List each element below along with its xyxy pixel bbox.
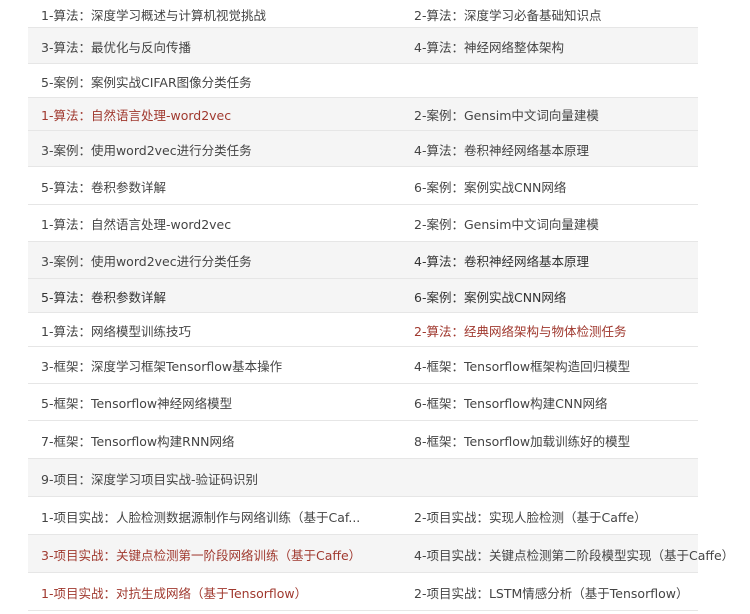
course-row: 1-算法：自然语言处理-word2vec 2-案例：Gensim中文词向量建模 xyxy=(0,205,750,242)
lesson-title-right: 4-项目实战：关键点检测第二阶段模型实现（基于Caffe） xyxy=(414,547,735,563)
lesson-title-right: 2-算法：深度学习必备基础知识点 xyxy=(414,7,602,23)
course-row: 3-算法：最优化与反向传播 4-算法：神经网络整体架构 xyxy=(0,28,750,64)
course-list: 1-算法：深度学习概述与计算机视觉挑战 2-算法：深度学习必备基础知识点 3-算法：… xyxy=(0,0,750,614)
course-row: 5-案例：案例实战CIFAR图像分类任务 xyxy=(0,64,750,98)
lesson-title-left: 1-算法：深度学习概述与计算机视觉挑战 xyxy=(41,7,266,23)
lesson-title-right: 2-算法：经典网络架构与物体检测任务 xyxy=(414,323,627,339)
lesson-title-left: 3-项目实战：关键点检测第一阶段网络训练（基于Caffe） xyxy=(41,547,362,563)
lesson-title-right: 2-案例：Gensim中文词向量建模 xyxy=(414,108,599,123)
lesson-title-left: 1-算法：自然语言处理-word2vec xyxy=(41,108,232,123)
lesson-title-right: 2-案例：Gensim中文词向量建模 xyxy=(414,217,599,232)
course-row: 3-项目实战：关键点检测第一阶段网络训练（基于Caffe） 4-项目实战：关键点检… xyxy=(0,535,750,573)
lesson-title-left: 5-算法：卷积参数详解 xyxy=(41,179,166,195)
lesson-title-right: 4-算法：卷积神经网络基本原理 xyxy=(414,254,589,269)
lesson-title-right: 6-框架：Tensorflow构建CNN网络 xyxy=(414,396,608,411)
lesson-title-left: 7-框架：Tensorflow构建RNN网络 xyxy=(41,433,235,449)
course-row: 1-项目实战：人脸检测数据源制作与网络训练（基于Caf... 2-项目实战：实现人… xyxy=(0,497,750,535)
course-row: 1-算法：网络模型训练技巧 2-算法：经典网络架构与物体检测任务 xyxy=(0,313,750,347)
lesson-title-right xyxy=(414,64,750,98)
lesson-title-right: 6-案例：案例实战CNN网络 xyxy=(414,289,567,305)
course-row: 7-框架：Tensorflow构建RNN网络 8-框架：Tensorflow加载训… xyxy=(0,421,750,459)
lesson-title-left: 3-算法：最优化与反向传播 xyxy=(41,39,191,55)
lesson-title-left: 1-项目实战：人脸检测数据源制作与网络训练（基于Caf... xyxy=(41,509,361,525)
course-row: 1-算法：深度学习概述与计算机视觉挑战 2-算法：深度学习必备基础知识点 xyxy=(0,0,750,28)
lesson-title-left: 9-项目：深度学习项目实战-验证码识别 xyxy=(41,471,258,487)
lesson-title-left: 5-算法：卷积参数详解 xyxy=(41,289,166,305)
course-row: 5-算法：卷积参数详解 6-案例：案例实战CNN网络 xyxy=(0,279,750,313)
lesson-title-right: 8-框架：Tensorflow加载训练好的模型 xyxy=(414,433,631,449)
course-row: 5-算法：卷积参数详解 6-案例：案例实战CNN网络 xyxy=(0,167,750,205)
lesson-title-left: 1-算法：网络模型训练技巧 xyxy=(41,323,191,339)
lesson-title-left: 1-项目实战：对抗生成网络（基于Tensorflow） xyxy=(41,585,308,601)
lesson-title-right: 4-算法：神经网络整体架构 xyxy=(414,39,564,55)
lesson-title-left: 1-算法：自然语言处理-word2vec xyxy=(41,217,232,232)
lesson-title-left: 5-案例：案例实战CIFAR图像分类任务 xyxy=(41,74,252,90)
lesson-title-left: 5-框架：Tensorflow神经网络模型 xyxy=(41,396,233,411)
course-row: 3-案例：使用word2vec进行分类任务 4-算法：卷积神经网络基本原理 xyxy=(0,242,750,279)
lesson-title-right: 6-案例：案例实战CNN网络 xyxy=(414,179,567,195)
lesson-title-right: 2-项目实战：LSTM情感分析（基于Tensorflow） xyxy=(414,585,689,601)
lesson-title-right: 2-项目实战：实现人脸检测（基于Caffe） xyxy=(414,509,647,525)
lesson-title-left: 3-案例：使用word2vec进行分类任务 xyxy=(41,142,252,158)
lesson-title-right xyxy=(414,459,750,497)
lesson-title-right: 4-算法：卷积神经网络基本原理 xyxy=(414,142,589,158)
course-row: 1-算法：自然语言处理-word2vec 2-案例：Gensim中文词向量建模 xyxy=(0,98,750,131)
course-row: 3-框架：深度学习框架Tensorflow基本操作 4-框架：Tensorflow… xyxy=(0,347,750,384)
lesson-title-left: 3-框架：深度学习框架Tensorflow基本操作 xyxy=(41,359,283,374)
course-row: 3-案例：使用word2vec进行分类任务 4-算法：卷积神经网络基本原理 xyxy=(0,131,750,167)
lesson-title-right: 4-框架：Tensorflow框架构造回归模型 xyxy=(414,359,631,374)
course-row: 5-框架：Tensorflow神经网络模型 6-框架：Tensorflow构建CN… xyxy=(0,384,750,421)
course-row: 9-项目：深度学习项目实战-验证码识别 xyxy=(0,459,750,497)
lesson-title-left: 3-案例：使用word2vec进行分类任务 xyxy=(41,254,252,269)
course-row: 1-项目实战：对抗生成网络（基于Tensorflow） 2-项目实战：LSTM情感… xyxy=(0,573,750,611)
